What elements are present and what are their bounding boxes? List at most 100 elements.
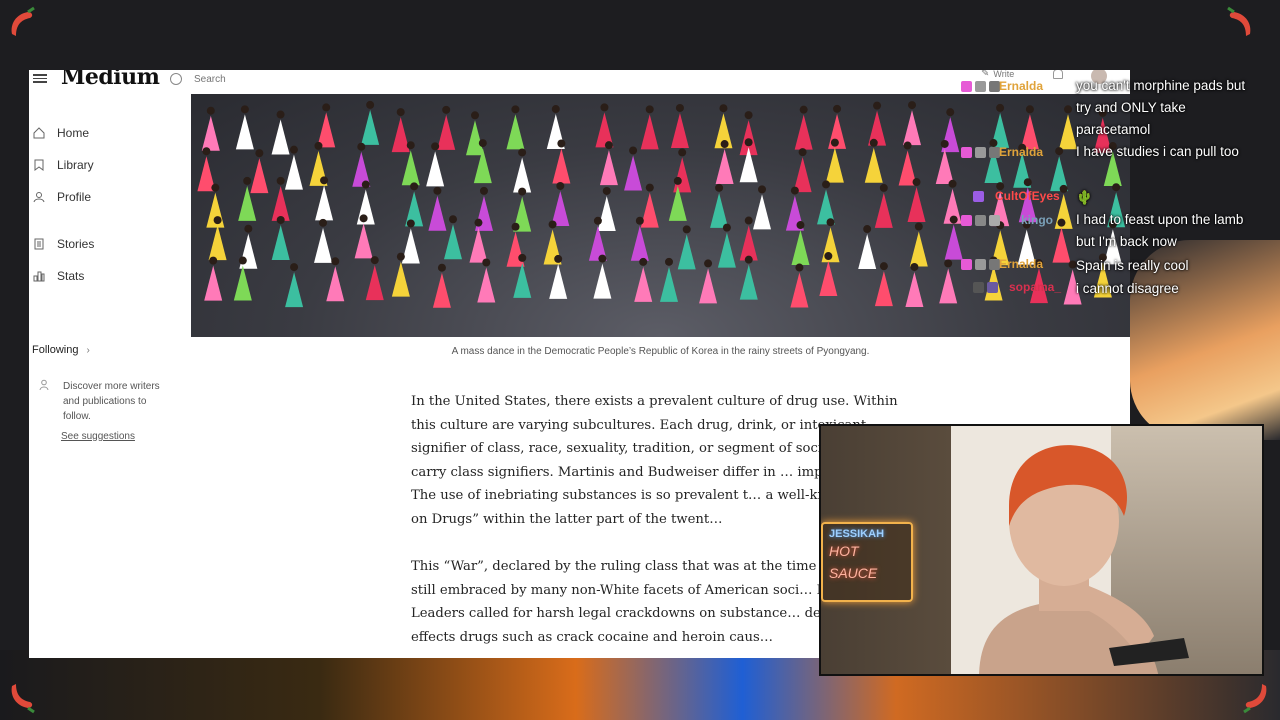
dancer-figure xyxy=(640,114,659,150)
mod-badge-icon xyxy=(975,259,986,270)
dancer-figure xyxy=(717,232,736,268)
chat-message: Ernalda I have studies i can pull too xyxy=(955,141,1245,185)
dancer-head xyxy=(322,103,331,112)
sidebar-item-label: Stats xyxy=(57,269,85,283)
sidebar-item-home[interactable]: Home xyxy=(33,126,89,140)
dancer-figure xyxy=(361,109,380,145)
dancer-figure xyxy=(314,227,333,263)
dancer-figure xyxy=(437,114,456,150)
dancer-figure xyxy=(907,187,926,223)
discover-text: Discover more writers and publications t… xyxy=(63,381,160,422)
menu-icon[interactable] xyxy=(33,72,47,83)
dancer-figure xyxy=(794,114,813,150)
dancer-figure xyxy=(864,147,883,183)
neon-sign-line: SAUCE xyxy=(829,565,878,581)
dancer-figure xyxy=(753,194,772,230)
search-icon xyxy=(170,73,182,85)
chat-username[interactable]: Ernalda xyxy=(999,145,1043,159)
dancer-head xyxy=(244,224,253,233)
chat-username[interactable]: Ernalda xyxy=(999,79,1043,93)
dancer-figure xyxy=(401,150,420,186)
dancer-head xyxy=(479,186,488,195)
dancer-head xyxy=(744,138,753,147)
chat-text: Spain is really cool xyxy=(1076,258,1189,273)
dancer-head xyxy=(833,104,842,113)
see-suggestions-link[interactable]: See suggestions xyxy=(61,431,135,442)
stats-icon xyxy=(33,271,45,282)
neon-sign: JESSIKAH HOT SAUCE xyxy=(821,522,913,602)
stories-icon xyxy=(34,238,44,250)
image-caption: A mass dance in the Democratic People’s … xyxy=(451,346,870,357)
chat-text: I have studies i can pull too xyxy=(1076,144,1239,159)
webcam-feed: JESSIKAH HOT SAUCE xyxy=(819,424,1264,676)
dancer-head xyxy=(518,148,527,157)
dancer-head xyxy=(243,176,252,185)
dancer-head xyxy=(796,221,805,230)
dancer-figure xyxy=(315,185,334,221)
dancer-head xyxy=(442,105,451,114)
dancer-head xyxy=(557,139,566,148)
dancer-head xyxy=(202,147,211,156)
search-input[interactable] xyxy=(194,73,304,85)
dancer-figure xyxy=(208,225,227,261)
dancer-figure xyxy=(285,272,304,308)
dancer-figure xyxy=(365,265,384,301)
dancer-head xyxy=(410,182,419,191)
dancer-figure xyxy=(909,231,928,267)
dancer-head xyxy=(319,218,328,227)
dancer-head xyxy=(255,149,264,158)
chat-username[interactable]: Ernalda xyxy=(999,257,1043,271)
dancer-head xyxy=(635,216,644,225)
dancer-head xyxy=(869,138,878,147)
streamer-person xyxy=(979,445,1189,674)
dancer-figure xyxy=(428,195,447,231)
dancer-head xyxy=(518,253,527,262)
dancer-figure xyxy=(905,271,924,307)
dancer-figure xyxy=(426,151,445,187)
dancer-head xyxy=(682,225,691,234)
mod-badge-icon xyxy=(973,282,984,293)
dancer-head xyxy=(879,183,888,192)
dancer-head xyxy=(863,225,872,234)
sidebar-item-stories[interactable]: Stories xyxy=(33,237,94,251)
home-icon xyxy=(33,127,45,139)
chat-username[interactable]: sopama_ xyxy=(1009,280,1061,294)
dancer-head xyxy=(240,105,249,114)
dancer-figure xyxy=(466,120,485,156)
dancer-figure xyxy=(271,119,290,155)
dancer-figure xyxy=(634,266,653,302)
dancer-head xyxy=(331,257,340,266)
dancer-figure xyxy=(549,263,568,299)
dancer-head xyxy=(744,255,753,264)
sidebar-item-label: Library xyxy=(57,158,94,172)
medium-logo[interactable]: Medium xyxy=(61,70,160,90)
dancer-figure xyxy=(699,268,718,304)
dancer-head xyxy=(320,176,329,185)
dancer-head xyxy=(799,105,808,114)
dancer-head xyxy=(551,105,560,114)
dancer-figure xyxy=(739,225,758,261)
dancer-figure xyxy=(710,192,729,228)
dancer-figure xyxy=(670,112,689,148)
dancer-head xyxy=(206,106,215,115)
search-box[interactable] xyxy=(170,70,330,90)
dancer-head xyxy=(276,215,285,224)
dancer-head xyxy=(602,186,611,195)
following-section-toggle[interactable]: Following › xyxy=(32,344,90,356)
dancer-figure xyxy=(391,261,410,297)
chat-username[interactable]: CultOfEyes xyxy=(995,189,1060,203)
sidebar-item-stats[interactable]: Stats xyxy=(33,269,84,283)
sub-badge-icon xyxy=(973,191,984,202)
dancer-head xyxy=(276,176,285,185)
chat-badges xyxy=(961,215,1000,226)
dancer-head xyxy=(600,103,609,112)
dancer-head xyxy=(912,178,921,187)
dancer-head xyxy=(357,142,366,151)
sidebar-item-profile[interactable]: Profile xyxy=(33,190,91,204)
chat-username[interactable]: kingo xyxy=(1021,213,1053,227)
mod-badge-icon xyxy=(975,215,986,226)
chat-badges xyxy=(961,147,1000,158)
sidebar-item-library[interactable]: Library xyxy=(33,158,94,172)
dancer-figure xyxy=(624,155,643,191)
dancer-head xyxy=(482,258,491,267)
